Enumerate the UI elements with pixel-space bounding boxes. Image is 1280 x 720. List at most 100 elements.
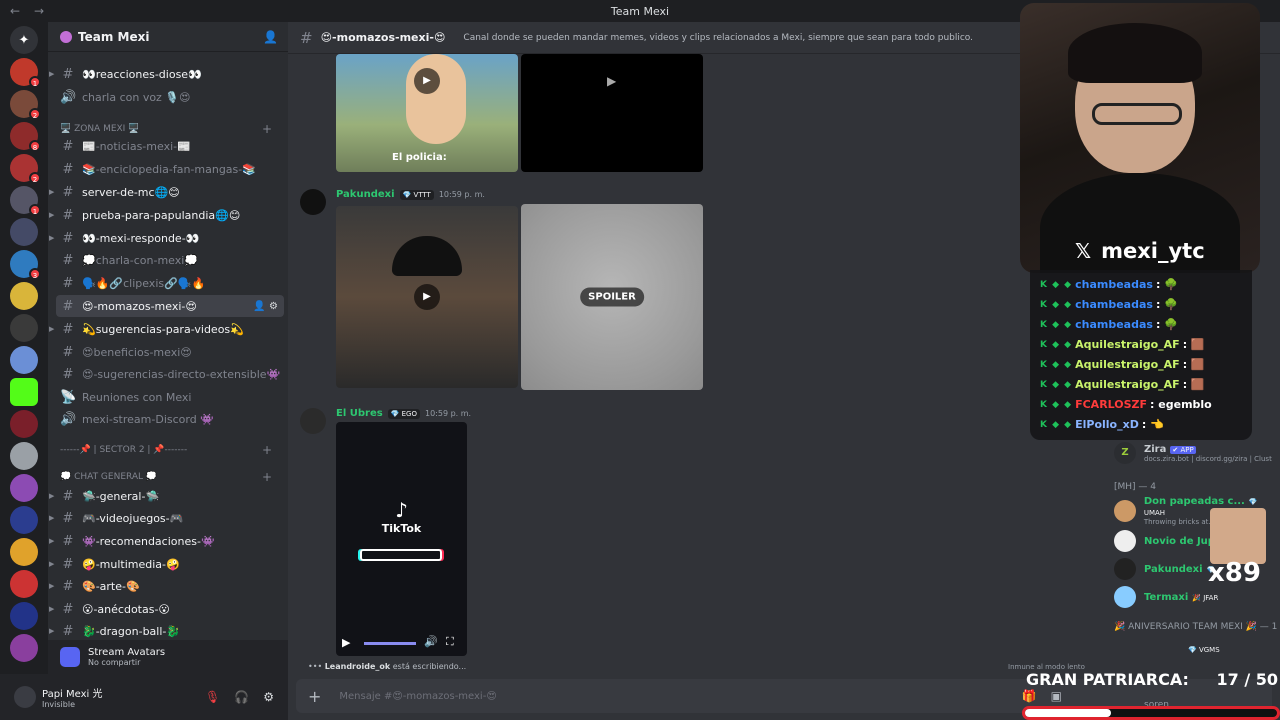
category-label: ------📌 | SECTOR 2 | 📌------- xyxy=(60,445,188,455)
discord-home-icon[interactable]: ✦ xyxy=(10,26,38,54)
server-icon[interactable] xyxy=(10,570,38,598)
channel-item[interactable]: ▶ # 🐉-dragon-ball-🐉 xyxy=(49,620,284,642)
channel-label: 📚-enciclopedia-fan-mangas-📚 xyxy=(82,162,256,176)
member-zira[interactable]: Z Zira ✔ APP docs.zira.bot | discord.gg/z… xyxy=(1114,440,1272,466)
server-icon[interactable]: 2 xyxy=(10,154,41,184)
channel-topic[interactable]: Canal donde se pueden mandar memes, vide… xyxy=(463,33,973,43)
video-embed[interactable]: ▶ xyxy=(521,54,703,172)
server-icon[interactable]: 1 xyxy=(10,58,41,88)
deafen-icon[interactable]: 🎧 xyxy=(234,690,249,704)
server-icon[interactable] xyxy=(10,282,38,310)
channel-item[interactable]: # 😍beneficios-mexi😍 xyxy=(56,341,284,363)
channel-label: Reuniones con Mexi xyxy=(82,390,192,404)
channel-item[interactable]: ▶ # 👾-recomendaciones-👾 xyxy=(49,530,284,552)
channel-item[interactable]: ▶ # 🤪-multimedia-🤪 xyxy=(49,553,284,575)
unread-arrow-icon: ▶ xyxy=(49,211,55,219)
server-icon[interactable] xyxy=(10,506,38,534)
channel-item[interactable]: ▶ # 👀-mexi-responde-👀 xyxy=(49,227,284,249)
guild-header[interactable]: Team Mexi 👤 xyxy=(48,22,288,52)
category-sector-2[interactable]: ------📌 | SECTOR 2 | 📌------- + xyxy=(60,441,280,459)
channel-item[interactable]: ▶ # 😮-anécdotas-😮 xyxy=(49,598,284,620)
channel-label: 😮-anécdotas-😮 xyxy=(82,602,170,616)
add-channel-icon[interactable]: + xyxy=(262,443,272,457)
server-icon[interactable]: 3 xyxy=(10,250,41,280)
channel-item[interactable]: ▶ # 💫sugerencias-para-videos💫 xyxy=(49,318,284,340)
chat-badges-icon: K ◆ ◆ xyxy=(1040,399,1073,410)
member-item[interactable]: Termaxi 🎉 JFAR xyxy=(1114,584,1218,610)
member-name: Don papeadas c... xyxy=(1143,496,1245,507)
add-channel-icon[interactable]: + xyxy=(262,122,272,136)
video-embed[interactable]: ▶ xyxy=(336,206,518,388)
server-icon[interactable] xyxy=(10,602,38,630)
play-icon[interactable]: ▶ xyxy=(607,74,616,88)
fullscreen-icon[interactable]: ⛶ xyxy=(446,635,454,649)
channel-label: 🎨-arte-🎨 xyxy=(82,579,140,593)
user-avatar[interactable] xyxy=(14,686,36,708)
channel-item[interactable]: ▶ # server-de-mc🌐😊 xyxy=(49,181,284,203)
server-icon[interactable] xyxy=(10,218,38,246)
volume-icon[interactable]: 🔊 xyxy=(424,635,438,648)
channel-item[interactable]: # 🗣️🔥🔗clipexis🔗🗣️🔥 xyxy=(56,272,284,294)
play-control-icon[interactable]: ▶ xyxy=(342,636,350,649)
volume-slider[interactable] xyxy=(364,642,416,645)
category-chat-general[interactable]: 💭 CHAT GENERAL 💭 + xyxy=(60,468,280,486)
guild-name: Team Mexi xyxy=(78,29,150,44)
hash-icon: # xyxy=(300,28,313,47)
channel-item[interactable]: ▶ # 🎮-videojuegos-🎮 xyxy=(49,507,284,529)
channel-label: charla con voz 🎙️😍 xyxy=(82,90,191,104)
video-embed[interactable]: ▶ El policia: xyxy=(336,54,518,172)
composer-placeholder[interactable]: Mensaje #😍-momazos-mexi-😍 xyxy=(339,691,496,702)
channel-item[interactable]: # 😍-sugerencias-directo-extensible👾 xyxy=(56,363,284,385)
message-author[interactable]: El Ubres xyxy=(336,408,383,419)
channel-item[interactable]: # 💭charla-con-mexi💭 xyxy=(56,249,284,271)
kick-server-icon[interactable] xyxy=(10,378,38,406)
attach-plus-icon[interactable]: + xyxy=(308,687,321,706)
channel-item[interactable]: # 📰-noticias-mexi-📰 xyxy=(56,135,284,157)
stream-chat-overlay: K ◆ ◆ chambeadas: 🌳 K ◆ ◆ chambeadas: 🌳 K ◆ … xyxy=(1030,270,1252,440)
server-icon[interactable] xyxy=(10,314,38,342)
activity-title: Stream Avatars xyxy=(88,647,166,658)
invite-icon[interactable]: 👤 xyxy=(263,30,278,44)
channel-item[interactable]: 📡 Reuniones con Mexi xyxy=(56,386,284,408)
author-avatar[interactable] xyxy=(300,189,326,215)
spoiler-embed[interactable]: SPOILER xyxy=(521,204,703,390)
server-icon[interactable] xyxy=(10,346,38,374)
server-icon[interactable] xyxy=(10,442,38,470)
channel-item[interactable]: ▶ # 👀reacciones-diose👀 xyxy=(49,63,284,85)
add-channel-icon[interactable]: + xyxy=(262,470,272,484)
server-icon[interactable]: 2 xyxy=(10,90,41,120)
server-icon[interactable] xyxy=(10,538,38,566)
server-icon[interactable] xyxy=(10,634,38,662)
author-avatar[interactable] xyxy=(300,408,326,434)
server-icon[interactable] xyxy=(10,410,38,438)
member-item[interactable]: Pakundexi 💎 xyxy=(1114,556,1215,582)
play-icon[interactable]: ▶ xyxy=(414,68,440,94)
channel-item[interactable]: 🔊 mexi-stream-Discord 👾 xyxy=(56,408,284,430)
channel-item[interactable]: # 😍-momazos-mexi-😍 👤 ⚙ xyxy=(56,295,284,317)
category-zona-mexi[interactable]: 🖥️ ZONA MEXI 🖥️ + xyxy=(60,120,280,138)
spoiler-label[interactable]: SPOILER xyxy=(580,287,644,307)
settings-gear-icon[interactable]: ⚙ xyxy=(263,690,274,704)
channel-item[interactable]: ▶ # 🎨-arte-🎨 xyxy=(49,575,284,597)
channel-item[interactable]: 🔊 charla con voz 🎙️😍 xyxy=(56,86,284,108)
server-icon[interactable]: 8 xyxy=(10,122,41,152)
channel-settings-icon[interactable]: 👤 ⚙ xyxy=(253,301,278,312)
message-time: 10:59 p. m. xyxy=(438,190,485,199)
chat-message: : 🟫 xyxy=(1182,358,1205,371)
hash-icon: # xyxy=(62,184,74,200)
unread-arrow-icon: ▶ xyxy=(49,234,55,242)
hash-icon: # xyxy=(62,533,74,549)
server-icon[interactable] xyxy=(10,474,38,502)
server-icon[interactable]: 1 xyxy=(10,186,41,216)
play-icon[interactable]: ▶ xyxy=(414,284,440,310)
channel-item[interactable]: # 📚-enciclopedia-fan-mangas-📚 xyxy=(56,158,284,180)
message-author[interactable]: Pakundexi xyxy=(336,189,395,200)
tiktok-video-embed[interactable]: ♪ TikTok ▶ 🔊 ⛶ xyxy=(336,422,467,656)
stage-icon: 📡 xyxy=(60,389,77,405)
channel-item[interactable]: ▶ # 🛸-general-🛸 xyxy=(49,485,284,507)
channel-item[interactable]: ▶ # prueba-para-papulandia🌐😊 xyxy=(49,204,284,226)
chat-badges-icon: K ◆ ◆ xyxy=(1040,319,1073,330)
activity-panel[interactable]: Stream Avatars No compartir xyxy=(48,640,288,674)
mute-mic-icon[interactable]: 🎙 xyxy=(205,690,220,704)
channel-label: 📰-noticias-mexi-📰 xyxy=(82,139,191,153)
